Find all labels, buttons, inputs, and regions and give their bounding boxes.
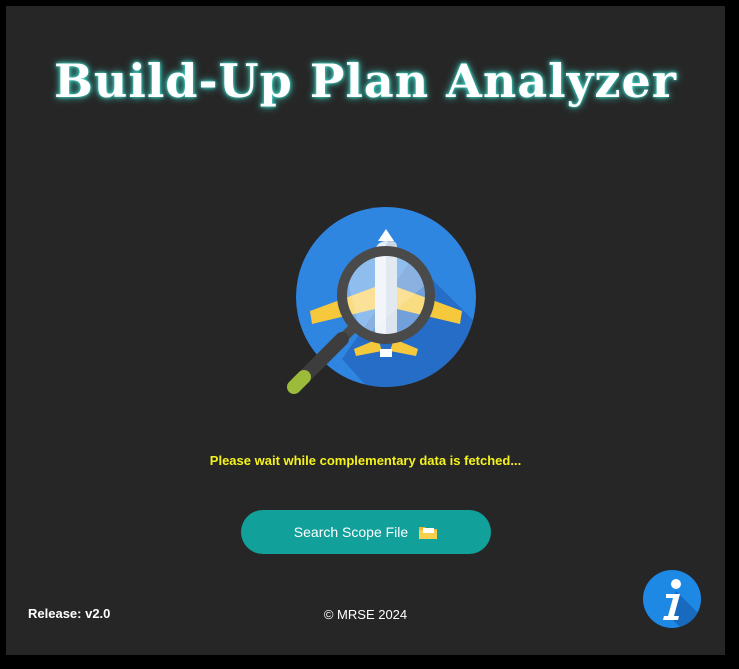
info-icon[interactable] xyxy=(642,569,702,629)
search-scope-file-button[interactable]: Search Scope File xyxy=(241,510,491,554)
copyright-label: © MRSE 2024 xyxy=(323,607,408,622)
app-frame: Build-Up Plan Analyzer Please wait while… xyxy=(0,0,739,669)
folder-icon xyxy=(419,527,438,539)
status-message: Please wait while complementary data is … xyxy=(209,453,522,468)
search-button-label: Search Scope File xyxy=(293,524,409,540)
aircraft-magnifier-icon xyxy=(287,207,476,394)
app-title: Build-Up Plan Analyzer xyxy=(54,54,677,108)
